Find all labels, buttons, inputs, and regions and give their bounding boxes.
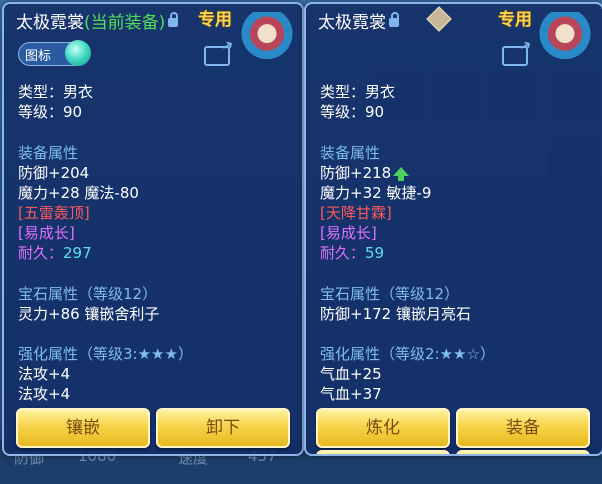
enhance-line: 法攻+4 bbox=[18, 365, 71, 383]
item-name: 太极霓裳 bbox=[318, 13, 386, 33]
durability: 耐久：59 bbox=[320, 242, 384, 263]
icon-toggle[interactable]: 图标 bbox=[18, 40, 91, 66]
attr-text: 防御+218 bbox=[320, 164, 392, 182]
gem-heading: 宝石属性（等级12） bbox=[320, 285, 460, 303]
gem-line: 灵力+86 镶嵌舍利子 bbox=[18, 305, 160, 323]
item-title: 太极霓裳(当前装备) bbox=[16, 8, 179, 33]
enhance-heading: 强化属性（等级2:★★☆） bbox=[320, 345, 495, 363]
item-type: 类型：男衣 bbox=[18, 83, 94, 101]
attr-line: 魔力+28 魔法-80 bbox=[18, 184, 139, 202]
durability-value: 297 bbox=[63, 244, 92, 262]
growth-tag: [易成长] bbox=[18, 224, 75, 242]
toggle-label: 图标 bbox=[25, 49, 52, 64]
attr-line: 防御+204 bbox=[18, 164, 90, 182]
inventory-item-tooltip: 太极霓裳 专用 类型：男衣 等级：90 装备属性 防御+218 魔力+32 敏捷… bbox=[304, 2, 602, 456]
seal-icon bbox=[426, 6, 452, 32]
special-skill: [天降甘霖] bbox=[320, 204, 392, 222]
lock-icon[interactable] bbox=[168, 11, 179, 27]
item-level: 等级：90 bbox=[320, 103, 385, 121]
durability-label: 耐久： bbox=[320, 244, 366, 262]
equipped-item-tooltip: 太极霓裳(当前装备) 专用 图标 类型：男衣 等级：90 装备属性 防御+204… bbox=[2, 2, 304, 456]
refine-button[interactable]: 炼化 bbox=[316, 408, 450, 448]
exclusive-tag: 专用 bbox=[198, 10, 232, 30]
avatar bbox=[538, 12, 592, 66]
item-name: 太极霓裳 bbox=[16, 13, 84, 33]
equip-button[interactable]: 装备 bbox=[456, 408, 590, 448]
item-level: 等级：90 bbox=[18, 103, 83, 121]
enhance-line: 法攻+4 bbox=[18, 385, 71, 403]
donate-button[interactable]: 捐献 bbox=[316, 450, 450, 454]
enhance-line: 气血+37 bbox=[320, 385, 382, 403]
share-icon[interactable] bbox=[502, 46, 528, 66]
durability: 耐久：297 bbox=[18, 242, 92, 263]
exclusive-tag: 专用 bbox=[498, 10, 532, 30]
growth-tag: [易成长] bbox=[320, 224, 377, 242]
item-type: 类型：男衣 bbox=[320, 83, 396, 101]
lock-icon[interactable] bbox=[389, 11, 399, 27]
gem-heading: 宝石属性（等级12） bbox=[18, 285, 158, 303]
enhance-heading: 强化属性（等级3:★★★） bbox=[18, 345, 193, 363]
durability-label: 耐久： bbox=[18, 244, 64, 262]
extract-button[interactable]: 提炼 bbox=[456, 450, 590, 454]
share-icon[interactable] bbox=[204, 46, 230, 66]
attr-heading: 装备属性 bbox=[18, 144, 79, 162]
attr-line: 魔力+32 敏捷-9 bbox=[320, 184, 432, 202]
equipped-status: (当前装备) bbox=[84, 13, 166, 33]
durability-value: 59 bbox=[365, 244, 385, 262]
item-title: 太极霓裳 bbox=[318, 8, 399, 33]
avatar bbox=[240, 12, 294, 66]
enhance-line: 气血+25 bbox=[320, 365, 382, 383]
attr-heading: 装备属性 bbox=[320, 144, 381, 162]
inlay-button[interactable]: 镶嵌 bbox=[16, 408, 150, 448]
up-arrow-icon bbox=[393, 167, 410, 181]
attr-line: 防御+218 bbox=[320, 162, 410, 183]
gem-line: 防御+172 镶嵌月亮石 bbox=[320, 305, 471, 323]
toggle-knob bbox=[65, 40, 91, 66]
special-skill: [五雷轰顶] bbox=[18, 204, 90, 222]
unequip-button[interactable]: 卸下 bbox=[156, 408, 290, 448]
